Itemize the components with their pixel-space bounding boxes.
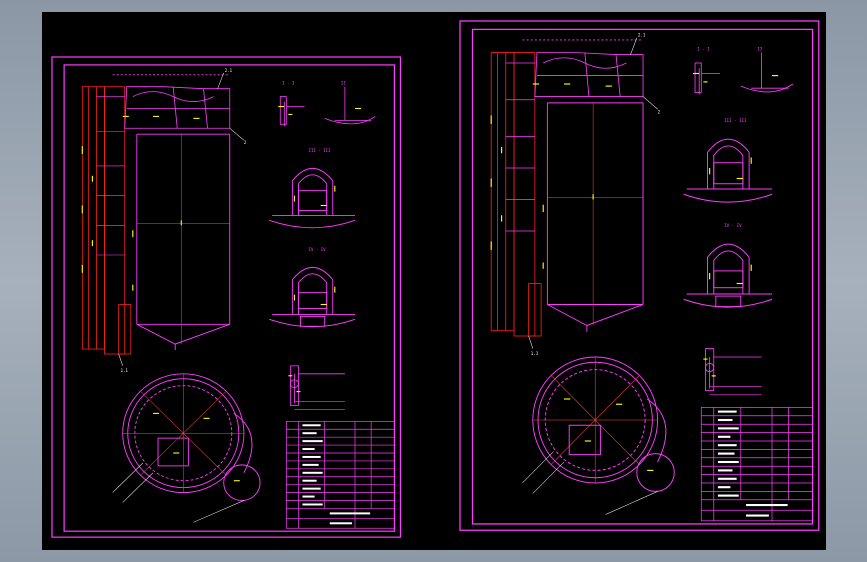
drawing-canvas: 2.1 2 1.1 I - I II III - III IV - IV: [51, 20, 820, 538]
drawing-sheet-right: [459, 20, 820, 531]
drawing-sheet-left: [51, 56, 402, 538]
